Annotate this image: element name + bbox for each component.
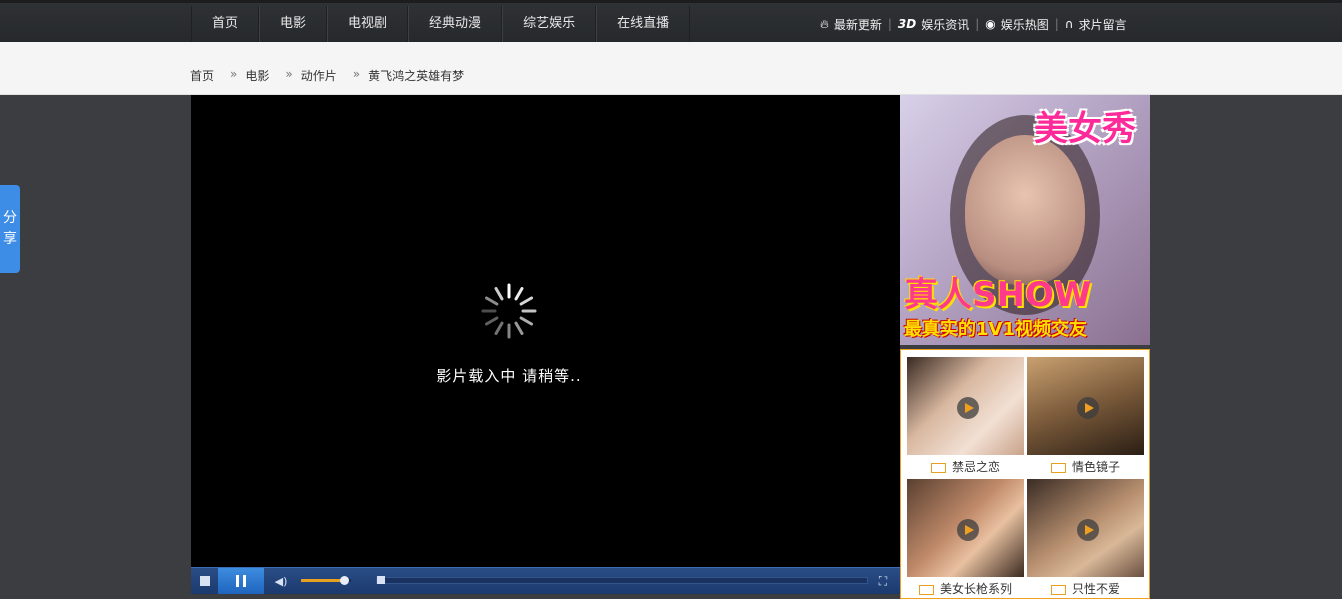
ad-caption-text: 美女长枪系列 <box>939 582 1012 596</box>
play-icon <box>1077 519 1099 541</box>
top-navbar: 首页 电影 电视剧 经典动漫 综艺娱乐 在线直播 🔥︎ 最新更新 | 3D 娱乐… <box>0 0 1342 42</box>
divider: | <box>1054 17 1059 31</box>
camera-icon <box>1050 584 1066 595</box>
video-player[interactable]: 影片载入中 请稍等.. ◀︎) ⛶ <box>191 95 900 594</box>
volume-knob[interactable] <box>339 576 349 585</box>
nav-item-movies[interactable]: 电影 <box>259 6 328 42</box>
ad-headline: 真人SHOW <box>904 275 1092 315</box>
fullscreen-button[interactable]: ⛶ <box>873 568 893 594</box>
hot-pics-link[interactable]: ◉ 娱乐热图 <box>985 16 1049 33</box>
ad-grid: 禁忌之恋 情色镜子 美女长枪系列 只性不爱 <box>900 349 1150 599</box>
play-icon <box>957 519 979 541</box>
pause-icon <box>236 575 239 587</box>
entertainment-news-link[interactable]: 3D 娱乐资讯 <box>898 16 969 33</box>
flame-icon: 🔥︎ <box>820 16 829 31</box>
loading-message: 影片载入中 请稍等.. <box>436 367 582 385</box>
breadcrumb-separator: » <box>285 67 293 81</box>
volume-icon[interactable]: ◀︎) <box>271 568 291 594</box>
ad-caption-text: 情色镜子 <box>1071 460 1120 474</box>
nav-item-live[interactable]: 在线直播 <box>596 6 691 42</box>
request-message-link[interactable]: ∩ 求片留言 <box>1065 16 1127 33</box>
eye-icon: ◉ <box>985 17 996 31</box>
pause-icon <box>243 575 246 587</box>
ad-photo-face <box>965 135 1085 285</box>
camera-icon <box>930 462 946 473</box>
ad-caption[interactable]: 禁忌之恋 <box>907 458 1024 475</box>
ad-thumb[interactable] <box>907 357 1024 455</box>
top-links: 🔥︎ 最新更新 | 3D 娱乐资讯 | ◉ 娱乐热图 | ∩ 求片留言 <box>820 6 1127 42</box>
entertainment-news-label: 娱乐资讯 <box>921 17 970 32</box>
nav-item-anime[interactable]: 经典动漫 <box>408 6 503 42</box>
hot-pics-label: 娱乐热图 <box>1000 17 1049 32</box>
breadcrumb-separator: » <box>230 67 238 81</box>
ad-tagline: 最真实的1V1视频交友 <box>904 319 1087 340</box>
ad-caption-text: 禁忌之恋 <box>951 460 1000 474</box>
breadcrumb-movies[interactable]: 电影 <box>245 67 269 84</box>
nav-item-variety[interactable]: 综艺娱乐 <box>502 6 597 42</box>
ad-banner-top[interactable]: 美女秀 真人SHOW 最真实的1V1视频交友 <box>900 95 1150 345</box>
share-tab[interactable]: 分享 <box>0 185 20 273</box>
3d-icon: 3D <box>897 17 917 31</box>
breadcrumb-action[interactable]: 动作片 <box>301 67 337 84</box>
breadcrumb-bar: 首页 » 电影 » 动作片 » 黄飞鸿之英雄有梦 <box>0 42 1342 95</box>
breadcrumb-separator: » <box>352 67 361 81</box>
play-icon <box>957 397 979 419</box>
ad-thumb[interactable] <box>1027 357 1144 455</box>
divider: | <box>887 17 892 31</box>
main-nav: 首页 电影 电视剧 经典动漫 综艺娱乐 在线直播 <box>191 6 691 42</box>
ad-caption[interactable]: 美女长枪系列 <box>907 580 1024 597</box>
nav-item-home[interactable]: 首页 <box>191 6 260 42</box>
camera-icon <box>918 584 934 595</box>
ad-caption-text: 只性不爱 <box>1071 582 1120 596</box>
headphones-icon: ∩ <box>1064 17 1074 31</box>
camera-icon <box>1050 462 1066 473</box>
progress-bar[interactable] <box>376 577 868 584</box>
latest-updates-link[interactable]: 🔥︎ 最新更新 <box>820 16 882 33</box>
ad-title: 美女秀 <box>1034 109 1136 149</box>
play-icon <box>1077 397 1099 419</box>
ad-thumb[interactable] <box>907 479 1024 577</box>
loading-spinner-icon <box>481 283 537 339</box>
share-label: 分享 <box>3 210 17 247</box>
ad-caption[interactable]: 情色镜子 <box>1027 458 1144 475</box>
ad-caption[interactable]: 只性不爱 <box>1027 580 1144 597</box>
breadcrumb-current-title[interactable]: 黄飞鸿之英雄有梦 <box>368 67 464 84</box>
request-message-label: 求片留言 <box>1078 17 1127 32</box>
volume-fill <box>301 579 344 582</box>
pause-button[interactable] <box>218 568 264 594</box>
latest-updates-label: 最新更新 <box>833 17 882 32</box>
stop-button[interactable] <box>191 568 218 594</box>
breadcrumb: 首页 » 电影 » 动作片 » 黄飞鸿之英雄有梦 <box>190 67 464 84</box>
ad-thumb[interactable] <box>1027 479 1144 577</box>
breadcrumb-home[interactable]: 首页 <box>190 67 214 84</box>
stop-icon <box>199 576 210 586</box>
divider: | <box>975 17 980 31</box>
player-control-bar: ◀︎) ⛶ <box>191 567 900 594</box>
progress-knob[interactable] <box>377 576 385 584</box>
nav-item-tv[interactable]: 电视剧 <box>327 6 409 42</box>
